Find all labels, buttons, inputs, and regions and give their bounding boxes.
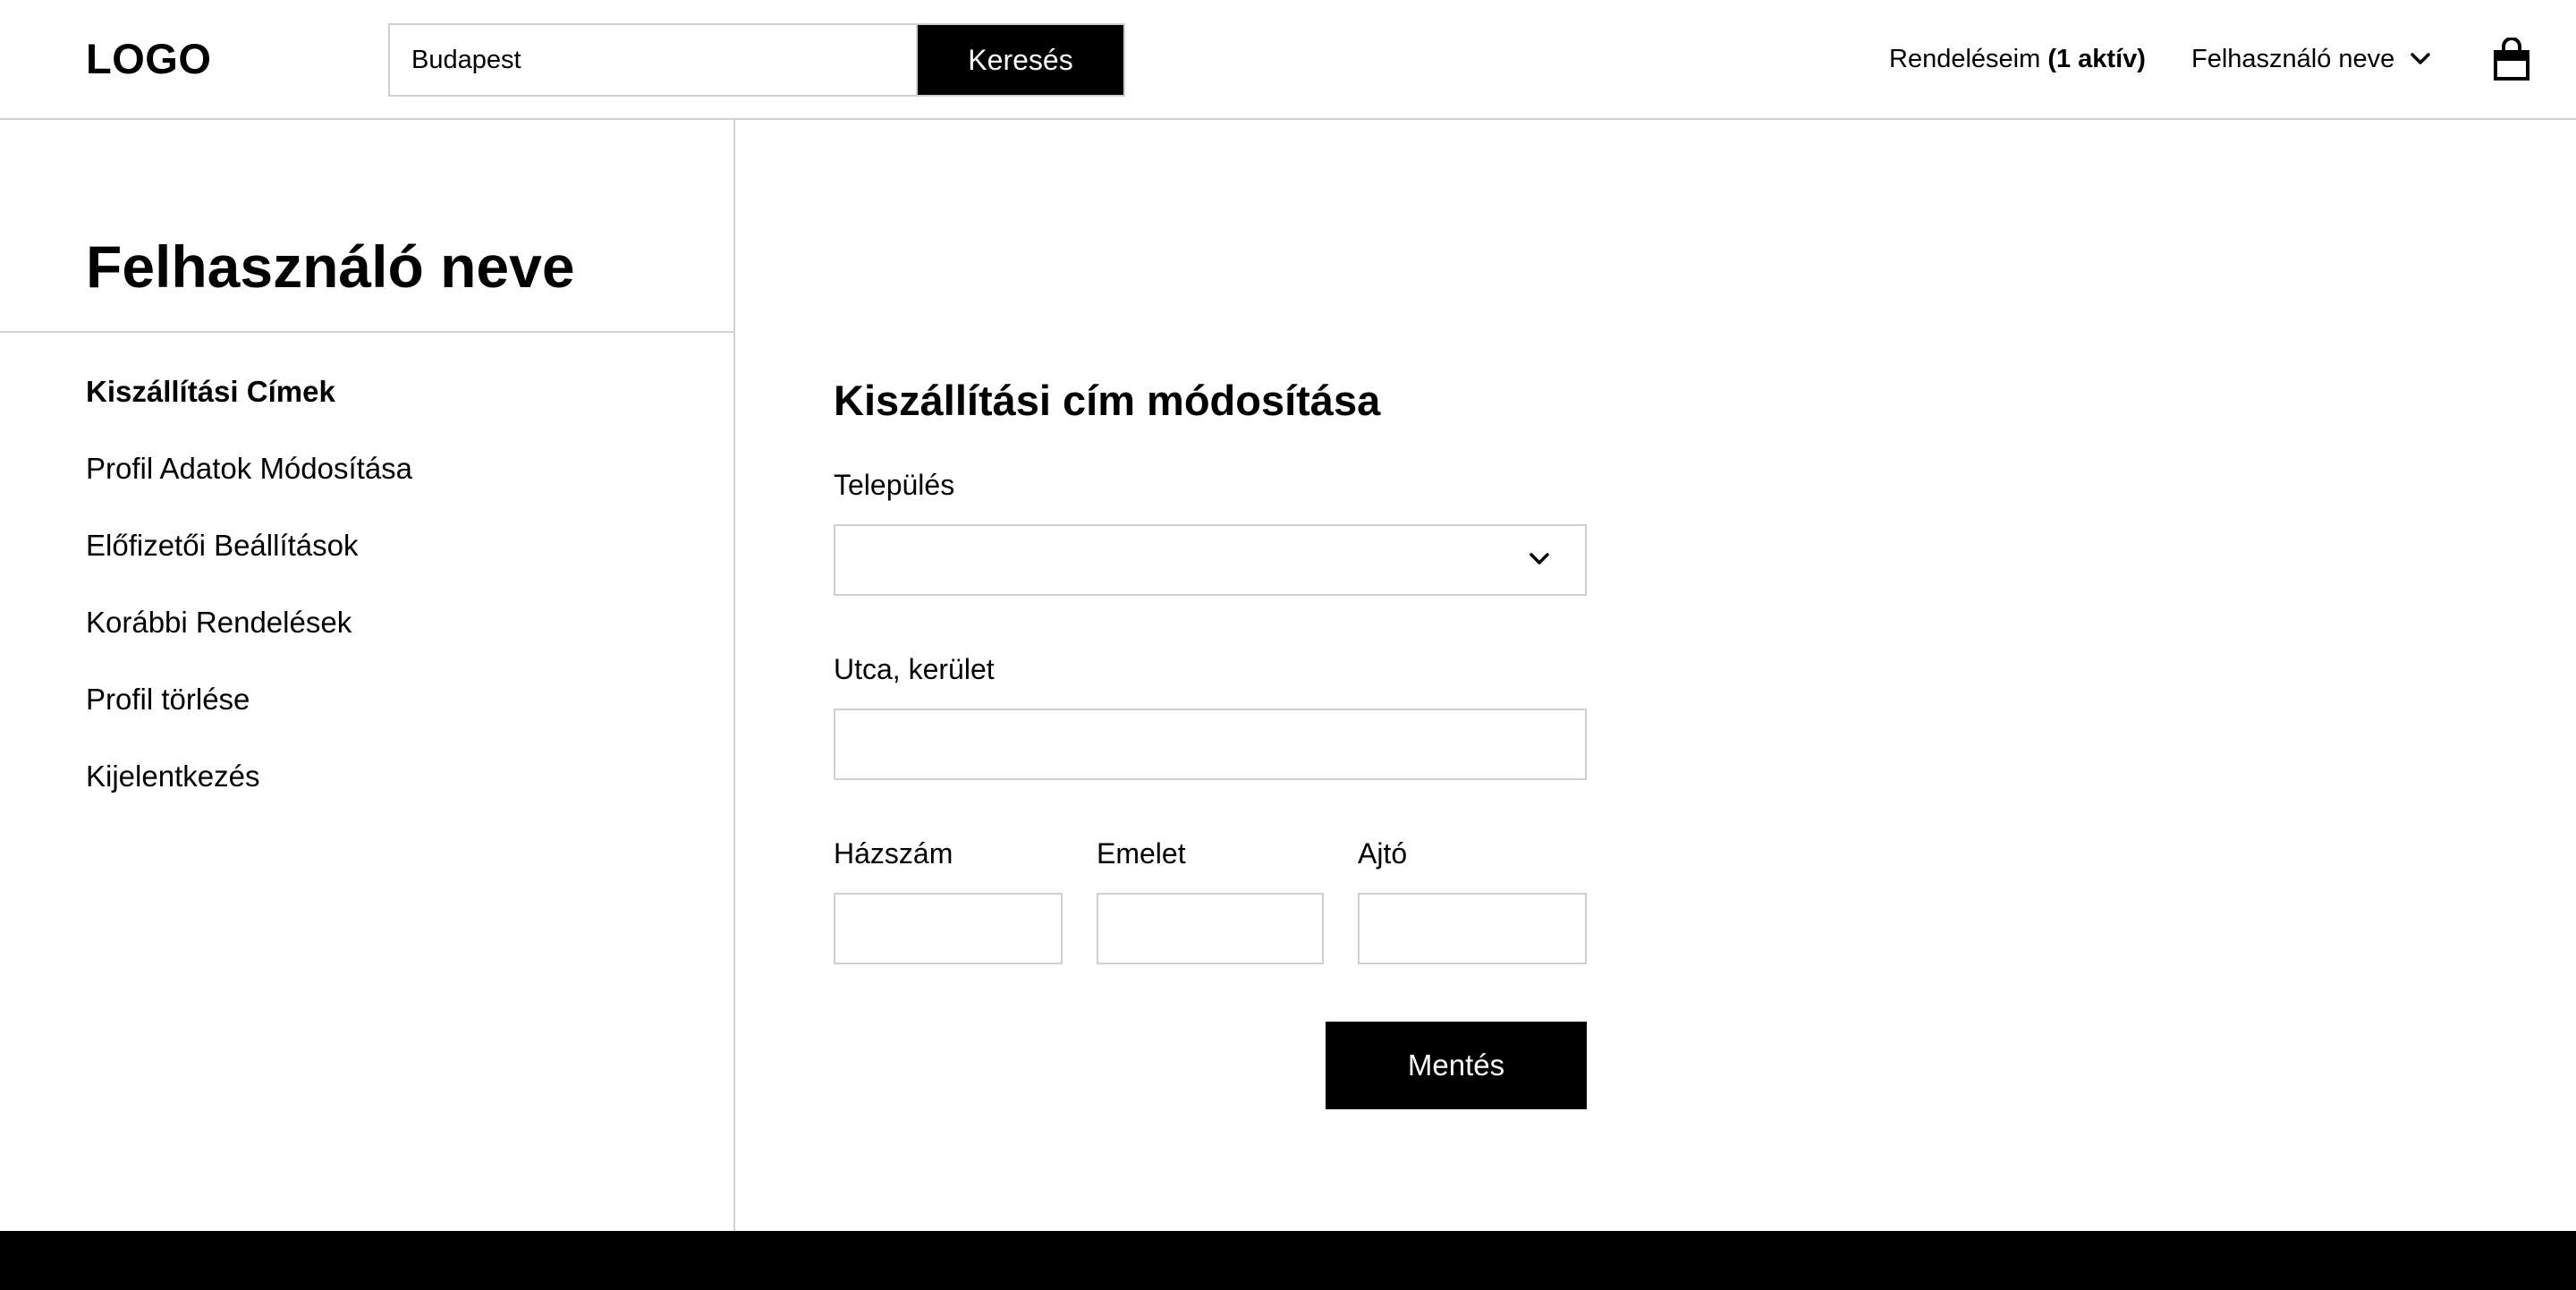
- save-button[interactable]: Mentés: [1326, 1022, 1587, 1109]
- street-label: Utca, kerület: [834, 653, 995, 685]
- chevron-down-icon: [1530, 553, 1549, 564]
- sidebar-item-logout[interactable]: Kijelentkezés: [86, 757, 412, 834]
- logo[interactable]: LOGO: [86, 32, 211, 86]
- floor-label: Emelet: [1097, 837, 1186, 870]
- settlement-select[interactable]: [834, 524, 1587, 596]
- search-button[interactable]: Keresés: [916, 23, 1125, 97]
- sidebar-item-delete-profile[interactable]: Profil törlése: [86, 680, 412, 757]
- user-menu-dropdown[interactable]: Felhasználó neve: [2191, 39, 2431, 79]
- footer-bar: [0, 1231, 2576, 1290]
- search-input[interactable]: [388, 23, 918, 97]
- user-menu-label: Felhasználó neve: [2191, 44, 2395, 73]
- house-number-input[interactable]: [834, 893, 1063, 964]
- sidebar-item-shipping-addresses[interactable]: Kiszállítási Címek: [86, 372, 412, 449]
- sidebar-item-previous-orders[interactable]: Korábbi Rendelések: [86, 603, 412, 680]
- shopping-bag-icon[interactable]: [2494, 38, 2529, 81]
- account-sidebar: Felhasználó neve Kiszállítási Címek Prof…: [0, 120, 735, 1231]
- sidebar-divider: [0, 331, 733, 333]
- sidebar-item-profile-data[interactable]: Profil Adatok Módosítása: [86, 449, 412, 526]
- sidebar-user-name: Felhasználó neve: [86, 233, 575, 300]
- floor-input[interactable]: [1097, 893, 1324, 964]
- settlement-label: Település: [834, 469, 955, 501]
- my-orders-link[interactable]: Rendeléseim (1 aktív): [1889, 41, 2146, 77]
- top-header: LOGO Keresés Rendeléseim (1 aktív) Felha…: [0, 0, 2576, 120]
- door-input[interactable]: [1358, 893, 1587, 964]
- active-orders-count: (1 aktív): [2047, 45, 2146, 73]
- chevron-down-icon: [2411, 53, 2431, 64]
- sidebar-nav: Kiszállítási Címek Profil Adatok Módosít…: [86, 372, 412, 834]
- my-orders-label: Rendeléseim: [1889, 45, 2041, 73]
- street-input[interactable]: [834, 709, 1587, 780]
- sidebar-item-subscription-settings[interactable]: Előfizetői Beállítások: [86, 526, 412, 603]
- door-label: Ajtó: [1358, 837, 1408, 870]
- house-number-label: Házszám: [834, 837, 953, 870]
- form-title: Kiszállítási cím módosítása: [834, 377, 1381, 424]
